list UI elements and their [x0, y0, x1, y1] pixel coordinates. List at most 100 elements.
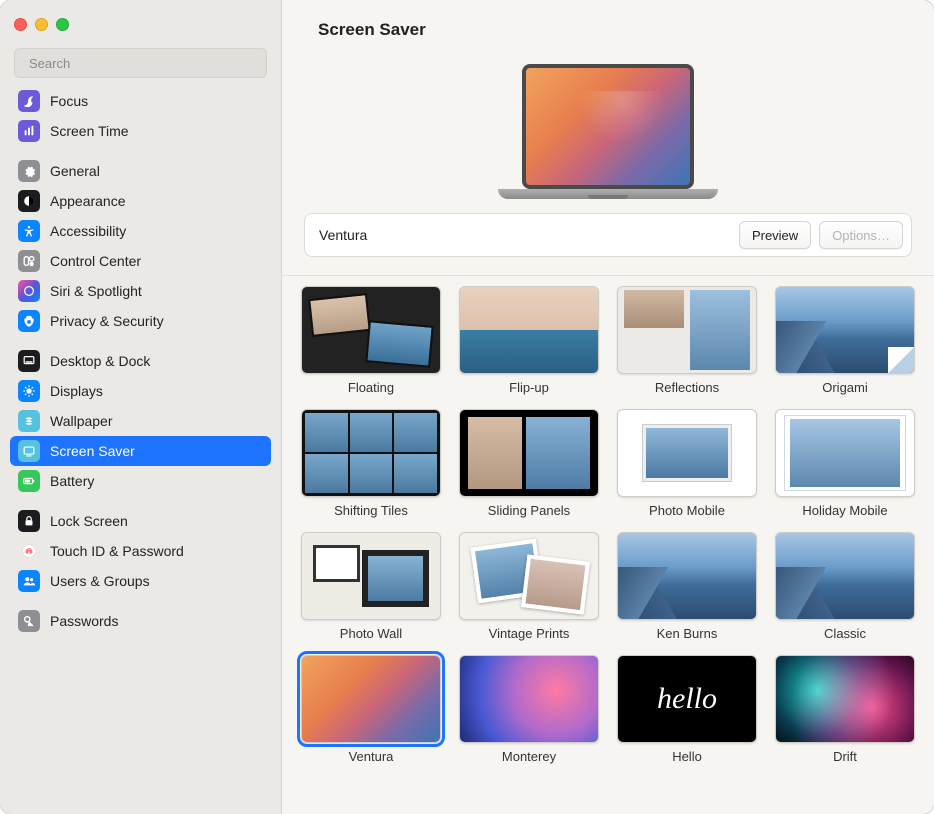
appearance-icon — [18, 190, 40, 212]
saver-drift[interactable]: Drift — [774, 655, 916, 764]
saver-hello[interactable]: helloHello — [616, 655, 758, 764]
saver-thumbnail[interactable] — [775, 286, 915, 374]
control-center-icon — [18, 250, 40, 272]
accessibility-icon — [18, 220, 40, 242]
saver-monterey[interactable]: Monterey — [458, 655, 600, 764]
general-icon — [18, 160, 40, 182]
displays-icon — [18, 380, 40, 402]
saver-thumbnail[interactable] — [459, 286, 599, 374]
focus-icon — [18, 90, 40, 112]
sidebar-item-label: Users & Groups — [50, 573, 150, 589]
sidebar-item-battery[interactable]: Battery — [10, 466, 271, 496]
saver-photo-wall[interactable]: Photo Wall — [300, 532, 442, 641]
screen-time-icon — [18, 120, 40, 142]
saver-photo-mobile[interactable]: Photo Mobile — [616, 409, 758, 518]
saver-thumbnail[interactable] — [617, 532, 757, 620]
sidebar-item-privacy-security[interactable]: Privacy & Security — [10, 306, 271, 336]
saver-thumbnail[interactable] — [617, 409, 757, 497]
saver-thumbnail[interactable] — [459, 409, 599, 497]
saver-thumbnail[interactable] — [775, 655, 915, 743]
saver-label: Ventura — [349, 749, 394, 764]
saver-thumbnail[interactable] — [775, 532, 915, 620]
sidebar-item-label: Privacy & Security — [50, 313, 164, 329]
saver-label: Photo Wall — [340, 626, 402, 641]
sidebar-item-accessibility[interactable]: Accessibility — [10, 216, 271, 246]
sidebar-item-users-groups[interactable]: Users & Groups — [10, 566, 271, 596]
sidebar-item-label: Battery — [50, 473, 94, 489]
sidebar-item-control-center[interactable]: Control Center — [10, 246, 271, 276]
page-title: Screen Saver — [282, 0, 934, 46]
sidebar-item-general[interactable]: General — [10, 156, 271, 186]
selected-saver-name: Ventura — [319, 227, 731, 243]
saver-label: Flip-up — [509, 380, 549, 395]
lock-screen-icon — [18, 510, 40, 532]
sidebar-item-label: Touch ID & Password — [50, 543, 184, 559]
saver-label: Origami — [822, 380, 868, 395]
sidebar: Focus Screen Time General Appearance Accessi… — [0, 0, 282, 814]
sidebar-item-siri-spotlight[interactable]: Siri & Spotlight — [10, 276, 271, 306]
saver-label: Photo Mobile — [649, 503, 725, 518]
sidebar-item-appearance[interactable]: Appearance — [10, 186, 271, 216]
saver-thumbnail[interactable] — [459, 532, 599, 620]
saver-label: Vintage Prints — [489, 626, 570, 641]
sidebar-item-label: Screen Saver — [50, 443, 135, 459]
main-panel: Screen Saver Ventura Preview Options… Fl… — [282, 0, 934, 814]
sidebar-item-passwords[interactable]: Passwords — [10, 606, 271, 636]
saver-thumbnail[interactable] — [775, 409, 915, 497]
close-icon[interactable] — [14, 18, 27, 31]
sidebar-item-label: Focus — [50, 93, 88, 109]
saver-ventura[interactable]: Ventura — [300, 655, 442, 764]
siri-spotlight-icon — [18, 280, 40, 302]
saver-thumbnail[interactable] — [301, 286, 441, 374]
sidebar-item-touch-id[interactable]: Touch ID & Password — [10, 536, 271, 566]
saver-ken-burns[interactable]: Ken Burns — [616, 532, 758, 641]
sidebar-item-label: Appearance — [50, 193, 126, 209]
saver-thumbnail[interactable] — [301, 655, 441, 743]
users-groups-icon — [18, 570, 40, 592]
saver-label: Drift — [833, 749, 857, 764]
saver-classic[interactable]: Classic — [774, 532, 916, 641]
sidebar-item-wallpaper[interactable]: Wallpaper — [10, 406, 271, 436]
sidebar-item-label: Accessibility — [50, 223, 126, 239]
screen-saver-icon — [18, 440, 40, 462]
saver-flip-up[interactable]: Flip-up — [458, 286, 600, 395]
sidebar-item-label: Passwords — [50, 613, 118, 629]
sidebar-item-label: Control Center — [50, 253, 141, 269]
sidebar-item-lock-screen[interactable]: Lock Screen — [10, 506, 271, 536]
saver-thumbnail[interactable] — [301, 409, 441, 497]
sidebar-item-label: Lock Screen — [50, 513, 128, 529]
sidebar-item-focus[interactable]: Focus — [10, 86, 271, 116]
divider — [282, 275, 934, 276]
saver-thumbnail[interactable] — [617, 286, 757, 374]
saver-label: Holiday Mobile — [802, 503, 887, 518]
saver-label: Monterey — [502, 749, 556, 764]
saver-origami[interactable]: Origami — [774, 286, 916, 395]
saver-sliding-panels[interactable]: Sliding Panels — [458, 409, 600, 518]
sidebar-item-displays[interactable]: Displays — [10, 376, 271, 406]
sidebar-item-desktop-dock[interactable]: Desktop & Dock — [10, 346, 271, 376]
saver-thumbnail[interactable]: hello — [617, 655, 757, 743]
saver-floating[interactable]: Floating — [300, 286, 442, 395]
desktop-dock-icon — [18, 350, 40, 372]
sidebar-item-screen-time[interactable]: Screen Time — [10, 116, 271, 146]
saver-reflections[interactable]: Reflections — [616, 286, 758, 395]
fullscreen-icon[interactable] — [56, 18, 69, 31]
saver-vintage-prints[interactable]: Vintage Prints — [458, 532, 600, 641]
preview-area — [282, 46, 934, 213]
minimize-icon[interactable] — [35, 18, 48, 31]
saver-holiday-mobile[interactable]: Holiday Mobile — [774, 409, 916, 518]
preview-button[interactable]: Preview — [739, 221, 811, 249]
control-row: Ventura Preview Options… — [304, 213, 912, 257]
saver-thumbnail[interactable] — [459, 655, 599, 743]
saver-label: Floating — [348, 380, 394, 395]
sidebar-item-label: Wallpaper — [50, 413, 113, 429]
saver-grid-scroll[interactable]: Floating Flip-up Reflections Origami Shiftin… — [282, 286, 934, 814]
saver-label: Sliding Panels — [488, 503, 570, 518]
sidebar-item-screen-saver[interactable]: Screen Saver — [10, 436, 271, 466]
search-input[interactable] — [14, 48, 267, 78]
saver-thumbnail[interactable] — [301, 532, 441, 620]
settings-window: Focus Screen Time General Appearance Accessi… — [0, 0, 934, 814]
privacy-security-icon — [18, 310, 40, 332]
saver-shifting-tiles[interactable]: Shifting Tiles — [300, 409, 442, 518]
sidebar-item-label: General — [50, 163, 100, 179]
